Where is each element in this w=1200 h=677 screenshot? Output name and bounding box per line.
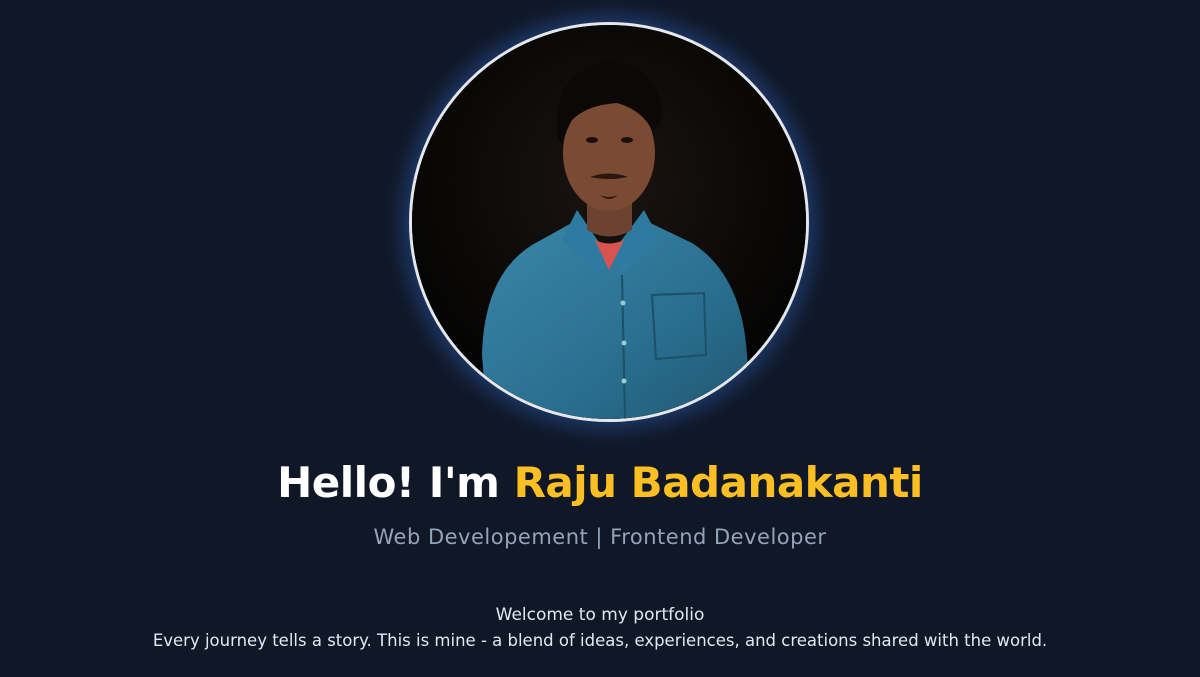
- profile-photo-illustration: [412, 25, 806, 419]
- hero-section: Hello! I'm Raju Badanakanti Web Develope…: [0, 0, 1200, 677]
- profile-avatar: [409, 22, 809, 422]
- developer-name: Raju Badanakanti: [513, 458, 924, 507]
- greeting-text: Hello! I'm: [277, 458, 500, 507]
- hero-title: Hello! I'm Raju Badanakanti: [0, 452, 1200, 514]
- tagline-text: Every journey tells a story. This is min…: [152, 631, 1048, 650]
- welcome-text: Welcome to my portfolio: [495, 605, 705, 625]
- role-subtitle: Web Developement | Frontend Developer: [373, 525, 827, 549]
